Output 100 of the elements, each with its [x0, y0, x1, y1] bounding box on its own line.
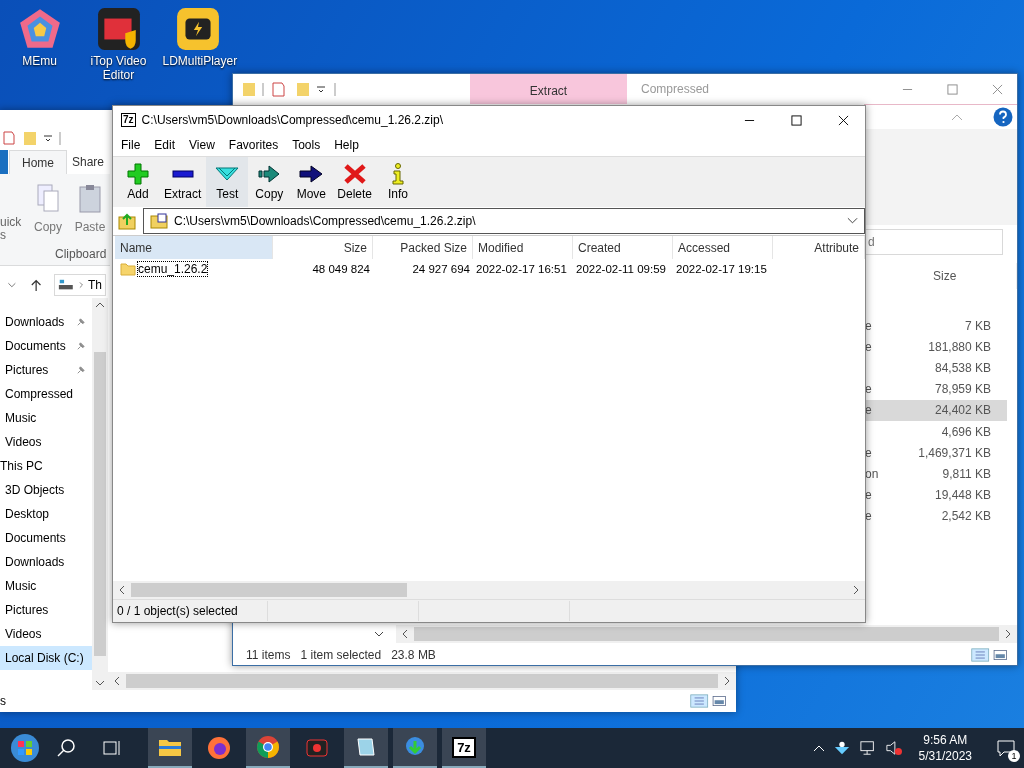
- column-header[interactable]: Name: [115, 236, 273, 259]
- horizontal-scrollbar[interactable]: [113, 581, 865, 599]
- scroll-left-icon[interactable]: [402, 629, 408, 639]
- scroll-right-icon[interactable]: [853, 585, 859, 595]
- nav-item[interactable]: Desktop: [0, 502, 92, 526]
- dropdown-icon[interactable]: [847, 217, 858, 225]
- horizontal-scrollbar[interactable]: [396, 625, 1017, 643]
- icon-label[interactable]: MEmu: [4, 54, 75, 68]
- table-cell-text: 48 049 824: [311, 263, 371, 275]
- file-row[interactable]: e 19,448 KB: [865, 484, 1007, 506]
- help-icon[interactable]: [993, 107, 1013, 127]
- file-row[interactable]: e 7 KB: [865, 315, 1007, 337]
- nav-item[interactable]: Documents: [0, 334, 92, 358]
- nav-item[interactable]: Downloads: [0, 310, 92, 334]
- column-header[interactable]: Created: [573, 236, 673, 259]
- nav-item[interactable]: Music: [0, 574, 92, 598]
- scroll-down-icon[interactable]: [95, 680, 105, 686]
- nav-item[interactable]: Pictures: [0, 598, 92, 622]
- file-row[interactable]: e 78,959 KB: [865, 378, 1007, 400]
- file-row[interactable]: on 9,811 KB: [865, 463, 1007, 485]
- toolbar-button[interactable]: Move: [290, 157, 333, 207]
- close-icon[interactable]: [838, 114, 849, 126]
- folder-up-icon[interactable]: [117, 211, 137, 231]
- cross-icon: [342, 163, 367, 185]
- file-row[interactable]: e 1,469,371 KB: [865, 442, 1007, 464]
- horizontal-scrollbar[interactable]: [108, 672, 736, 690]
- lightning-logo-icon[interactable]: [174, 6, 221, 52]
- column-header[interactable]: Modified: [473, 236, 573, 259]
- icon-label[interactable]: iTop Video Editor: [83, 54, 154, 82]
- nav-item[interactable]: Videos: [0, 430, 92, 454]
- toolbar-button[interactable]: Test: [206, 157, 249, 207]
- clapperboard-logo-icon[interactable]: [95, 6, 142, 52]
- status-text: s: [0, 694, 6, 708]
- nav-item[interactable]: 3D Objects: [0, 478, 92, 502]
- chevron-up-icon[interactable]: [812, 744, 825, 752]
- plus-icon: [126, 163, 150, 185]
- column-header[interactable]: Attribute: [773, 236, 865, 259]
- scroll-up-icon[interactable]: [95, 302, 105, 308]
- file-row[interactable]: 4,696 KB: [865, 420, 1007, 443]
- nav-item[interactable]: Pictures: [0, 358, 92, 382]
- file-row[interactable]: e 24,402 KB: [865, 399, 1007, 421]
- column-header[interactable]: Size: [273, 236, 373, 259]
- vertical-scrollbar[interactable]: [92, 298, 108, 690]
- nav-item[interactable]: Music: [0, 406, 92, 430]
- ribbon-button[interactable]: Copy: [28, 182, 68, 234]
- taskbar-app[interactable]: [246, 728, 290, 768]
- scroll-right-icon[interactable]: [724, 676, 730, 686]
- file-row[interactable]: e 2,542 KB: [865, 505, 1007, 527]
- clock-date[interactable]: 5/31/2023: [918, 748, 972, 764]
- scroll-right-icon[interactable]: [1005, 629, 1011, 639]
- taskbar-app[interactable]: [344, 728, 388, 768]
- scroll-left-icon[interactable]: [114, 676, 120, 686]
- search-field[interactable]: d: [865, 229, 1003, 255]
- toolbar-button[interactable]: Delete: [332, 157, 378, 207]
- ribbon-button[interactable]: Paste: [70, 182, 110, 234]
- toolbar-button[interactable]: Extract: [159, 157, 207, 207]
- notification-icon: [996, 739, 1016, 757]
- app-logo: 7z: [121, 113, 136, 127]
- taskbar-app[interactable]: 7z: [442, 728, 486, 768]
- address-field[interactable]: C:\Users\vm5\Downloads\Compressed\cemu_1.26.2.zip\: [143, 208, 865, 234]
- file-row[interactable]: 84,538 KB: [865, 357, 1007, 379]
- column-header[interactable]: Packed Size: [373, 236, 473, 259]
- ribbon-tab[interactable]: Share: [68, 150, 105, 174]
- start-orb-icon[interactable]: [10, 733, 40, 763]
- quick-access-icon[interactable]: [2, 130, 62, 146]
- maximize-icon[interactable]: [791, 114, 802, 126]
- menu-item[interactable]: Tools: [292, 138, 321, 152]
- address-bar[interactable]: Th: [54, 274, 106, 296]
- notification-button[interactable]: 1: [988, 728, 1024, 768]
- taskbar-app[interactable]: [393, 728, 437, 768]
- nav-item[interactable]: Compressed: [0, 382, 92, 406]
- task-view-icon[interactable]: [102, 738, 122, 758]
- nav-item[interactable]: Videos: [0, 622, 92, 646]
- column-header[interactable]: Accessed: [673, 236, 773, 259]
- toolbar-button[interactable]: Copy: [248, 157, 291, 207]
- volume-muted-icon[interactable]: [884, 740, 903, 756]
- nav-item[interactable]: This PC: [0, 454, 92, 478]
- menu-item[interactable]: File: [121, 138, 141, 152]
- network-icon[interactable]: [858, 740, 877, 756]
- menu-item[interactable]: Favorites: [228, 138, 279, 152]
- clock-time[interactable]: 9:56 AM: [923, 732, 968, 748]
- toolbar-button[interactable]: Add: [117, 157, 159, 207]
- pin-button-label[interactable]: uick s: [0, 216, 26, 242]
- table-cell-text: 2022-02-17 19:15: [675, 263, 768, 275]
- taskbar-app[interactable]: [148, 728, 192, 768]
- toolbar-button[interactable]: Info: [377, 157, 420, 207]
- file-row[interactable]: e 181,880 KB: [865, 336, 1007, 358]
- menu-item[interactable]: View: [189, 138, 215, 152]
- scroll-left-icon[interactable]: [119, 585, 125, 595]
- ribbon-tab[interactable]: Home: [9, 150, 67, 174]
- search-icon[interactable]: [56, 738, 76, 758]
- column-header[interactable]: Size: [933, 269, 957, 283]
- menu-item[interactable]: Edit: [154, 138, 176, 152]
- nav-item[interactable]: Local Disk (C:): [0, 646, 92, 670]
- chevron-down-icon[interactable]: [374, 630, 384, 638]
- menu-item[interactable]: Help: [334, 138, 359, 152]
- ribbon-tab[interactable]: Extract: [470, 74, 627, 104]
- nav-item[interactable]: Documents: [0, 526, 92, 550]
- file-name-cell[interactable]: cemu_1.26.2: [115, 262, 273, 276]
- nav-item[interactable]: Downloads: [0, 550, 92, 574]
